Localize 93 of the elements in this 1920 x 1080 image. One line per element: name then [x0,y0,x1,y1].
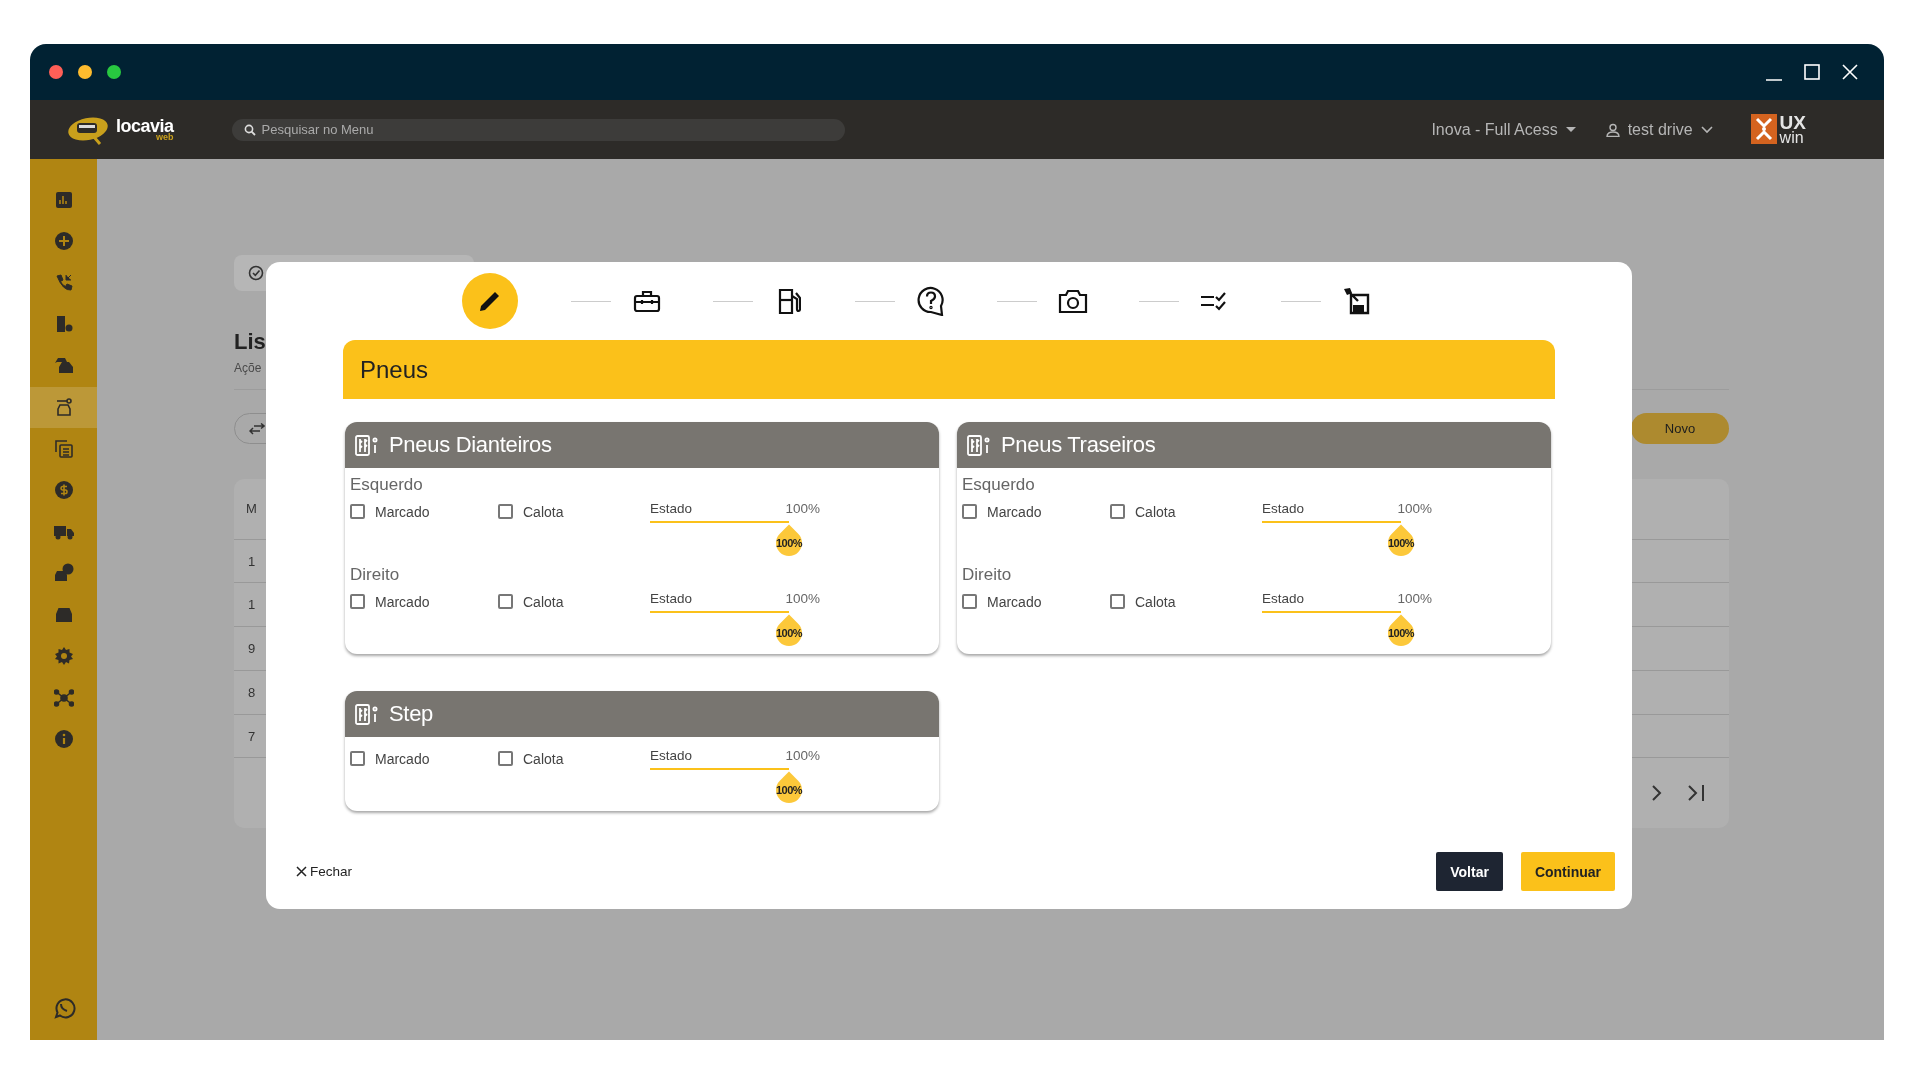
group-label: Esquerdo [962,474,1036,496]
brand-text: UX [1779,113,1806,131]
truck-icon[interactable] [53,523,74,540]
table-cell: 7 [248,728,256,744]
close-button[interactable]: Fechar [296,864,353,879]
calculator-icon[interactable] [54,439,73,458]
checkbox[interactable] [1110,594,1125,609]
last-page-icon[interactable] [1687,784,1707,803]
checkbox-label: Marcado [987,594,1042,610]
close-icon[interactable] [1840,62,1860,82]
minimize-dot[interactable] [78,65,92,79]
table-cell: 8 [248,684,256,700]
logo-icon [1750,114,1777,145]
zoom-dot[interactable] [107,65,121,79]
slider-value: 100% [1397,591,1432,606]
logo-icon[interactable] [66,114,110,145]
group-label: Direito [350,564,401,586]
chevron-down-icon[interactable] [1700,125,1713,134]
card-title: Pneus Dianteiros [389,432,552,458]
slider-value: 100% [785,591,820,606]
back-button[interactable]: Voltar [1436,852,1503,891]
signature-icon [1342,287,1372,315]
dollar-icon[interactable] [54,481,73,500]
plus-icon[interactable] [54,232,73,251]
search-field[interactable]: Pesquisar no Menu [231,118,845,141]
settings-icon[interactable] [54,647,73,666]
phone-icon[interactable] [54,273,73,292]
checkbox[interactable] [962,594,977,609]
slider-value: 100% [785,748,820,763]
slider-label: Estado [1262,501,1305,516]
table-header-cell: M [246,501,257,517]
chart-icon[interactable] [55,191,72,208]
help-icon [917,286,945,316]
page-title: Lis [234,329,266,355]
checkbox[interactable] [498,594,513,609]
next-page-icon[interactable] [1651,784,1663,803]
card-title: Pneus Traseiros [1001,432,1156,458]
checkbox[interactable] [498,504,513,519]
slider-value: 100% [785,501,820,516]
camera-icon [1058,288,1088,314]
checkbox[interactable] [962,504,977,519]
building-icon[interactable] [54,315,73,334]
chat-icon[interactable] [51,996,76,1020]
network-icon[interactable] [53,688,74,707]
checkbox-label: Marcado [375,751,430,767]
profile-menu[interactable]: Inova - Full Acess [1431,120,1558,139]
sidebar-item[interactable] [30,386,97,428]
checkbox-label: Marcado [375,504,430,520]
group-label: Esquerdo [350,474,424,496]
checkbox-label: Marcado [375,594,430,610]
fuel-pump-icon [777,287,801,315]
check-circle-icon [248,265,264,281]
table-cell: 1 [248,597,256,613]
user-menu[interactable]: test drive [1627,120,1693,139]
checkbox-label: Calota [523,504,564,520]
checkbox[interactable] [350,504,365,519]
brand-text: win [1779,130,1804,146]
checkbox-label: Calota [1135,594,1176,610]
slider-label: Estado [1262,591,1305,606]
checkbox[interactable] [1110,504,1125,519]
swap-icon [249,422,265,435]
table-cell: 9 [248,641,256,657]
close-dot[interactable] [49,65,63,79]
checkbox-label: Calota [1135,504,1176,520]
slider-value: 100% [1397,501,1432,516]
checkbox[interactable] [350,751,365,766]
section-title: Pneus [360,355,429,384]
slider-label: Estado [650,501,693,516]
group-label: Direito [962,564,1013,586]
info-icon[interactable] [54,730,73,749]
toolbox-icon [633,289,661,313]
checkbox[interactable] [350,594,365,609]
card-title: Step [389,701,434,727]
slider-label: Estado [650,591,693,606]
logo-subtext: web [156,133,174,142]
page-subtitle: Açõe [234,361,262,375]
close-icon [296,866,307,877]
user-icon [1605,122,1620,137]
maximize-icon[interactable] [1802,62,1822,82]
checkbox-label: Calota [523,594,564,610]
checkbox-label: Calota [523,751,564,767]
slider-label: Estado [650,748,693,763]
search-icon [243,123,256,136]
table-cell: 1 [248,553,256,569]
checkbox[interactable] [498,751,513,766]
checkbox-label: Marcado [987,504,1042,520]
car-icon[interactable] [54,606,73,623]
caret-icon[interactable] [1565,126,1576,133]
continue-button[interactable]: Continuar [1520,852,1615,891]
logo-text: locavia [116,117,174,135]
new-button[interactable]: Novo [1631,413,1729,444]
car-icon[interactable] [54,397,73,418]
step-button[interactable] [462,273,518,329]
